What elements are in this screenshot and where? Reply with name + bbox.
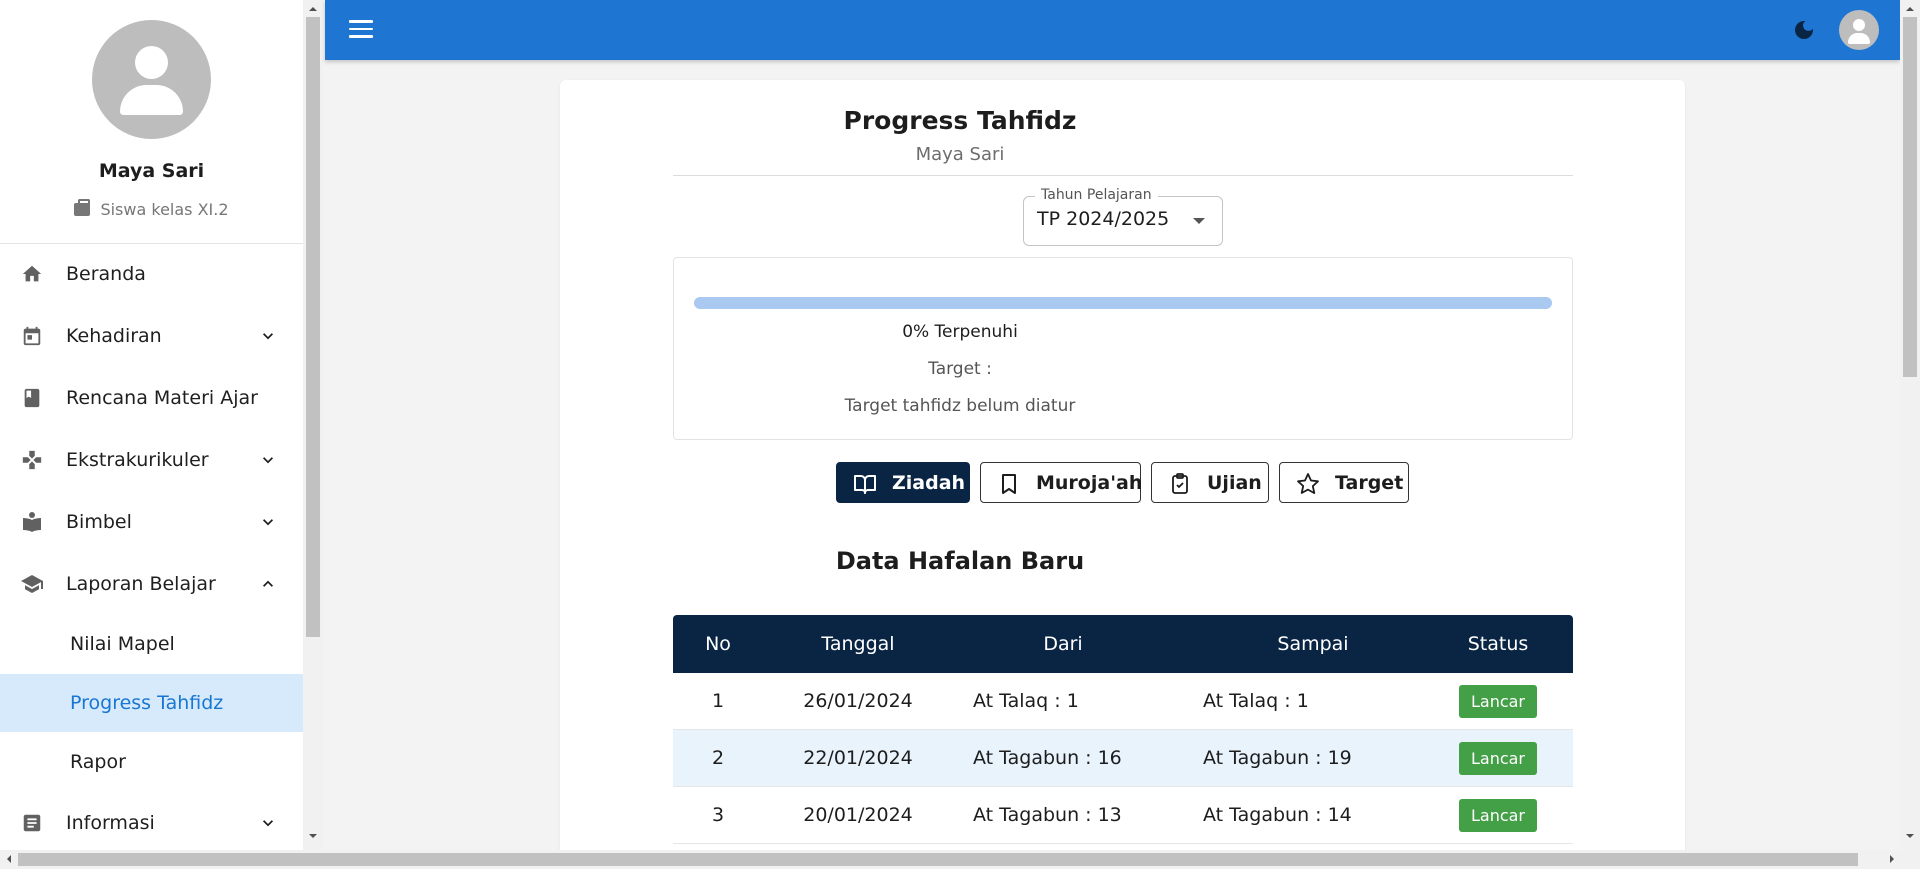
progress-bar <box>694 297 1552 309</box>
bookmark-icon <box>997 472 1021 496</box>
cell-status: Lancar <box>1423 673 1573 729</box>
sidebar-subitem-rapor[interactable]: Rapor <box>0 733 303 791</box>
sidebar-item-ekstrakurikuler[interactable]: Ekstrakurikuler <box>0 431 303 489</box>
sidebar-item-label: Bimbel <box>66 511 132 533</box>
cell-no: 2 <box>711 747 725 769</box>
cell-sampai: At Tagabun : 19 <box>1203 747 1352 769</box>
tab-ujian[interactable]: Ujian <box>1151 462 1269 503</box>
page-title: Progress Tahfidz <box>843 106 1077 135</box>
gamepad-icon <box>20 448 44 472</box>
sidebar-item-label: Informasi <box>66 812 155 834</box>
target-note: Target tahfidz belum diatur <box>844 396 1076 416</box>
table-header: No Tanggal Dari Sampai Status <box>673 615 1573 673</box>
cell-status: Lancar <box>1423 730 1573 786</box>
briefcase-icon <box>74 199 91 216</box>
chevron-up-icon <box>258 574 278 594</box>
tab-murojaah[interactable]: Muroja'ah <box>980 462 1143 503</box>
chevron-down-icon <box>258 512 278 532</box>
scroll-left-arrow[interactable] <box>3 855 11 863</box>
cell-tanggal: 22/01/2024 <box>803 747 913 769</box>
tab-label: Muroja'ah <box>1036 471 1143 494</box>
horizontal-scrollbar[interactable] <box>0 850 1920 869</box>
cell-tanggal: 20/01/2024 <box>803 804 913 826</box>
sidebar-item-label: Ekstrakurikuler <box>66 449 209 471</box>
target-label: Target : <box>928 359 992 379</box>
scroll-down-arrow[interactable] <box>1906 834 1914 842</box>
avatar[interactable] <box>1839 10 1879 50</box>
chevron-down-icon <box>258 813 278 833</box>
column-header-no: No <box>705 633 731 655</box>
article-icon <box>20 811 44 835</box>
tab-label: Ziadah <box>892 471 966 494</box>
home-icon <box>20 262 44 286</box>
column-header-sampai: Sampai <box>1277 633 1349 655</box>
sidebar-item-informasi[interactable]: Informasi <box>0 794 303 850</box>
section-title: Data Hafalan Baru <box>835 547 1085 575</box>
scroll-right-arrow[interactable] <box>1890 855 1898 863</box>
table-row: 2 22/01/2024 At Tagabun : 16 At Tagabun … <box>673 730 1573 787</box>
cell-tanggal: 26/01/2024 <box>803 690 913 712</box>
hafalan-table: No Tanggal Dari Sampai Status 1 26/01/20… <box>673 615 1573 844</box>
sidebar-item-beranda[interactable]: Beranda <box>0 245 303 303</box>
page-subtitle: Maya Sari <box>915 144 1005 165</box>
tab-ziadah[interactable]: Ziadah <box>836 462 970 503</box>
clipboard-check-icon <box>1168 472 1192 496</box>
column-header-tanggal: Tanggal <box>821 633 895 655</box>
cell-sampai: At Talaq : 1 <box>1203 690 1309 712</box>
cell-dari: At Tagabun : 13 <box>973 804 1122 826</box>
cell-dari: At Tagabun : 16 <box>973 747 1122 769</box>
status-badge: Lancar <box>1458 741 1538 775</box>
dark-mode-icon[interactable] <box>1792 18 1816 42</box>
cell-no: 3 <box>711 804 725 826</box>
menu-icon[interactable] <box>349 20 373 40</box>
table-row: 1 26/01/2024 At Talaq : 1 At Talaq : 1 L… <box>673 673 1573 730</box>
reading-person-icon <box>20 510 44 534</box>
column-header-status: Status <box>1467 633 1529 655</box>
open-book-icon <box>853 472 877 496</box>
caret-down-icon <box>1193 218 1205 224</box>
scroll-down-arrow[interactable] <box>309 834 317 842</box>
divider <box>673 175 1573 176</box>
sidebar-subitem-label: Rapor <box>70 751 126 773</box>
status-badge: Lancar <box>1458 798 1538 832</box>
column-header-dari: Dari <box>1043 633 1083 655</box>
cell-no: 1 <box>711 690 725 712</box>
tab-target[interactable]: Target <box>1279 462 1409 503</box>
sidebar-item-label: Laporan Belajar <box>66 573 216 595</box>
sidebar-item-label: Beranda <box>66 263 146 285</box>
star-icon <box>1296 472 1320 496</box>
tab-label: Ujian <box>1207 471 1262 494</box>
cell-status: Lancar <box>1423 787 1573 843</box>
sidebar-item-bimbel[interactable]: Bimbel <box>0 493 303 551</box>
profile-role-label: Siswa kelas XI.2 <box>100 200 229 219</box>
scroll-up-arrow[interactable] <box>309 3 317 11</box>
top-app-bar <box>325 0 1900 60</box>
year-select-label: Tahun Pelajaran <box>1035 187 1158 203</box>
cell-dari: At Talaq : 1 <box>973 690 1079 712</box>
tab-label: Target <box>1335 471 1404 494</box>
scroll-up-arrow[interactable] <box>1906 3 1914 11</box>
progress-text: 0% Terpenuhi <box>902 322 1018 342</box>
scrollbar-thumb[interactable] <box>18 853 1858 866</box>
year-select-value: TP 2024/2025 <box>1037 208 1170 230</box>
sidebar-subitem-label: Nilai Mapel <box>70 633 175 655</box>
school-icon <box>20 572 44 596</box>
sidebar-subitem-progress-tahfidz[interactable]: Progress Tahfidz <box>0 674 303 732</box>
table-row: 3 20/01/2024 At Tagabun : 13 At Tagabun … <box>673 787 1573 844</box>
profile-role: Siswa kelas XI.2 <box>0 199 303 219</box>
status-badge: Lancar <box>1458 684 1538 718</box>
chevron-down-icon <box>258 450 278 470</box>
sidebar-subitem-nilai-mapel[interactable]: Nilai Mapel <box>0 615 303 673</box>
sidebar-subitem-label: Progress Tahfidz <box>70 692 224 714</box>
cell-sampai: At Tagabun : 14 <box>1203 804 1352 826</box>
